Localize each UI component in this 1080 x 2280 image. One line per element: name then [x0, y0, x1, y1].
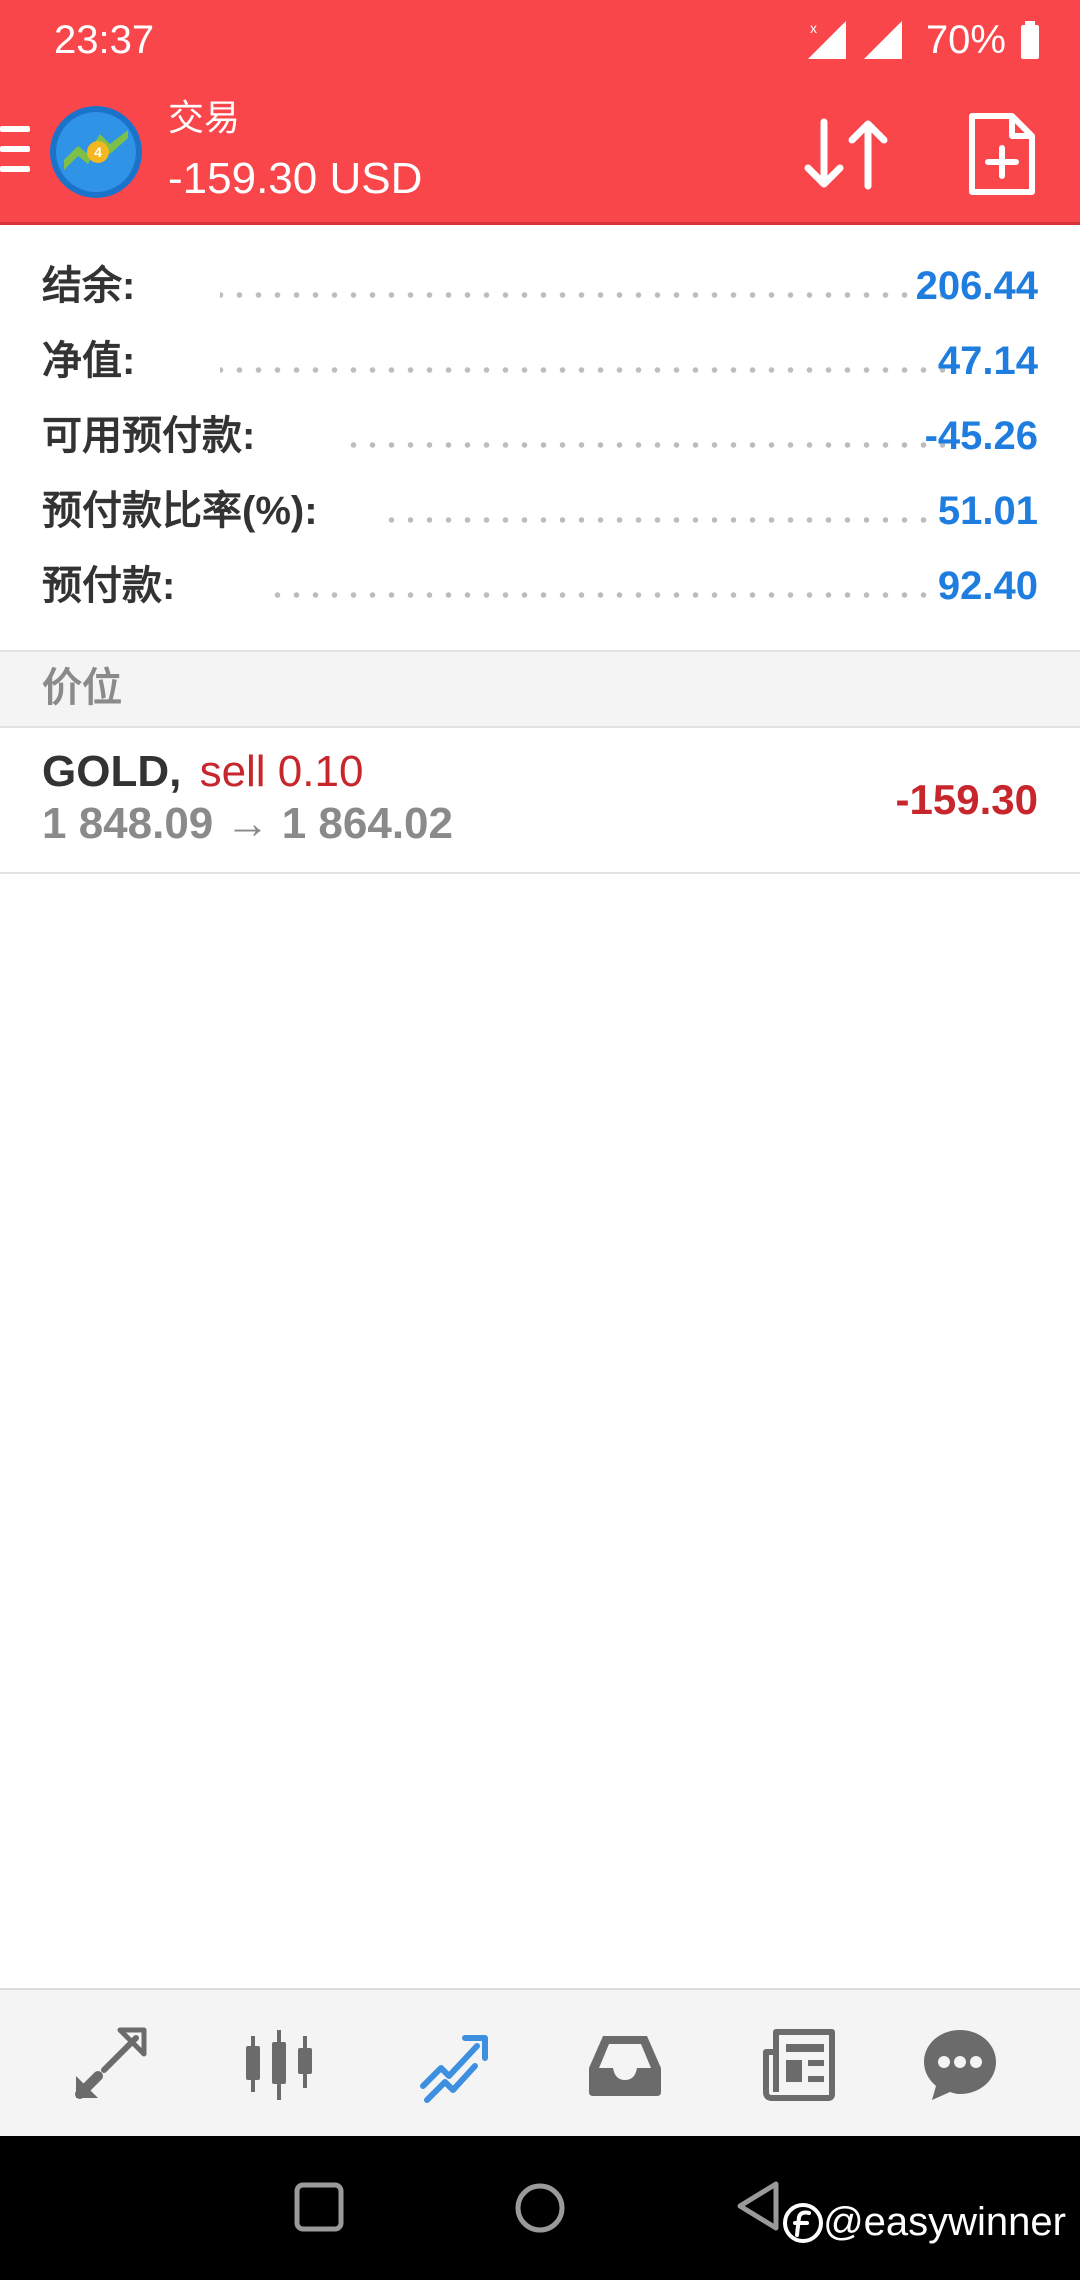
svg-text:x: x — [810, 20, 817, 36]
candlestick-icon — [246, 2030, 312, 2100]
battery-percentage: 70% — [925, 17, 1006, 62]
position-row[interactable]: GOLD, sell 0.10 1 848.09 → 1 864.02 -159… — [0, 726, 1080, 874]
metatrader-logo-icon: 4 — [50, 106, 142, 198]
sort-arrows-icon[interactable] — [800, 114, 892, 194]
dot-leader — [220, 367, 952, 373]
summary-value: 51.01 — [937, 489, 1038, 533]
status-icons: x 70% — [806, 14, 1040, 66]
menu-icon[interactable] — [0, 126, 30, 176]
back-icon[interactable] — [734, 2180, 782, 2232]
summary-label: 结余: — [42, 264, 136, 308]
newspaper-icon — [763, 2029, 835, 2101]
summary-row-margin: 预付款: 92.40 — [0, 550, 1080, 625]
section-header-prices: 价位 — [0, 650, 1080, 728]
summary-value: -45.26 — [924, 414, 1038, 458]
app-bar: 4 交易 -159.30 USD — [0, 84, 1080, 225]
nav-quotes[interactable] — [60, 2014, 160, 2114]
dot-leader — [380, 517, 952, 523]
summary-label: 净值: — [42, 339, 136, 383]
status-time: 23:37 — [54, 18, 155, 62]
system-navigation-bar: @easywinner — [0, 2136, 1080, 2280]
new-order-document-icon[interactable] — [966, 112, 1038, 196]
dot-leader — [262, 592, 952, 598]
screen-title: 交易 — [168, 97, 241, 138]
summary-value: 92.40 — [937, 564, 1038, 608]
summary-label: 可用预付款: — [42, 414, 256, 458]
dot-leader — [350, 442, 952, 448]
watermark-text: @easywinner — [823, 2200, 1066, 2244]
total-profit: -159.30 USD — [168, 154, 423, 203]
svg-text:4: 4 — [94, 144, 102, 160]
weibo-logo-icon — [783, 2202, 824, 2243]
chat-bubble-icon — [924, 2030, 996, 2100]
account-summary: 结余: 206.44 净值: 47.14 可用预付款: -45.26 预付款比率… — [0, 250, 1080, 625]
quotes-arrows-icon — [75, 2027, 147, 2099]
summary-value: 206.44 — [915, 264, 1038, 308]
summary-row-balance: 结余: 206.44 — [0, 250, 1080, 325]
summary-row-equity: 净值: 47.14 — [0, 325, 1080, 400]
watermark: @easywinner — [783, 2200, 1066, 2245]
position-profit: -159.30 — [895, 776, 1038, 823]
battery-icon — [1021, 21, 1039, 59]
summary-row-free-margin: 可用预付款: -45.26 — [0, 400, 1080, 475]
trade-trend-icon — [420, 2035, 488, 2103]
signal-2-icon — [863, 21, 902, 59]
signal-1-icon: x — [807, 20, 846, 59]
status-bar: 23:37 x 70% — [0, 0, 1080, 84]
summary-label: 预付款比率(%): — [42, 489, 318, 533]
position-title: GOLD, sell 0.10 — [42, 746, 363, 798]
home-icon[interactable] — [514, 2182, 566, 2234]
section-header-label: 价位 — [42, 666, 122, 710]
nav-trade[interactable] — [405, 2014, 505, 2114]
position-prices: 1 848.09 → 1 864.02 — [42, 799, 453, 848]
inbox-icon — [589, 2036, 661, 2096]
position-symbol: GOLD, — [42, 747, 182, 796]
summary-label: 预付款: — [42, 564, 176, 608]
summary-value: 47.14 — [937, 339, 1038, 383]
recent-apps-icon[interactable] — [294, 2182, 344, 2232]
nav-news[interactable] — [750, 2014, 850, 2114]
summary-row-margin-level: 预付款比率(%): 51.01 — [0, 475, 1080, 550]
dot-leader — [220, 292, 952, 298]
bottom-navigation — [0, 1988, 1080, 2138]
nav-chart[interactable] — [230, 2014, 330, 2114]
nav-messages[interactable] — [910, 2014, 1010, 2114]
nav-history[interactable] — [575, 2014, 675, 2114]
position-type: sell 0.10 — [199, 747, 364, 796]
